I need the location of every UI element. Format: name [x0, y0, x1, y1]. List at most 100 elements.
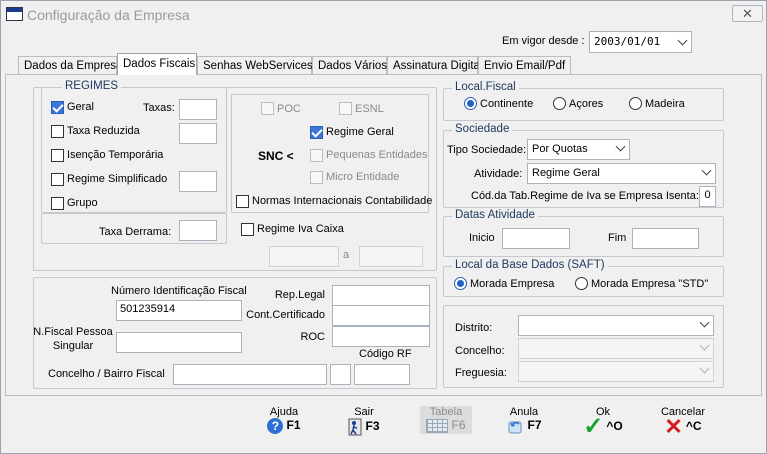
nif-label: Número Identificação Fiscal: [111, 285, 247, 297]
roc-input[interactable]: [332, 326, 430, 347]
acores-radio[interactable]: [553, 97, 566, 110]
taxa-derrama-input[interactable]: [179, 220, 217, 241]
x-icon: ✕: [664, 414, 683, 439]
window-title: Configuração da Empresa: [27, 7, 190, 23]
morada-empresa-radio[interactable]: [454, 277, 467, 290]
sair-label: Sair: [354, 406, 374, 418]
isencao-temporaria-checkbox[interactable]: [51, 149, 64, 162]
taxa-simplificado-input[interactable]: [179, 171, 217, 192]
distrito-label: Distrito:: [455, 322, 493, 334]
taxa-reduzida-checkbox[interactable]: [51, 125, 64, 138]
ok-key: ^O: [606, 418, 623, 433]
cont-certificado-input[interactable]: [332, 305, 430, 326]
concelho-select[interactable]: [518, 338, 714, 359]
iva-caixa-to-input[interactable]: [359, 246, 423, 267]
regime-simplificado-label: Regime Simplificado: [67, 173, 168, 185]
madeira-label: Madeira: [645, 98, 685, 110]
tipo-sociedade-select[interactable]: Por Quotas: [527, 139, 630, 160]
esnl-checkbox[interactable]: [339, 102, 352, 115]
nif-input[interactable]: 501235914: [116, 300, 242, 321]
tab-senhas-webservices[interactable]: Senhas WebServices: [197, 56, 313, 75]
continente-radio[interactable]: [464, 97, 477, 110]
em-vigor-date-value: 2003/01/01: [594, 35, 661, 48]
close-button[interactable]: ✕: [732, 5, 763, 22]
regime-geral-snc-checkbox[interactable]: [310, 126, 323, 139]
taxa-geral-input[interactable]: [179, 99, 217, 120]
normas-internacionais-label: Normas Internacionais Contabilidade: [252, 195, 433, 207]
cod-tab-regime-value: 0: [704, 189, 711, 201]
iva-caixa-a-label: a: [343, 249, 350, 261]
title-bar[interactable]: Configuração da Empresa ✕: [1, 1, 766, 29]
freguesia-select[interactable]: [518, 361, 714, 382]
distrito-select[interactable]: [518, 315, 714, 336]
continente-label: Continente: [480, 98, 534, 110]
tabela-key: F6: [451, 418, 466, 432]
codigo-rf-label: Código RF: [359, 348, 412, 360]
tab-dados-fiscais[interactable]: Dados Fiscais: [117, 53, 197, 75]
poc-checkbox[interactable]: [261, 102, 274, 115]
tab-dados-varios[interactable]: Dados Vários: [312, 56, 387, 75]
concelho-code-input[interactable]: [330, 364, 351, 385]
iva-caixa-from-input[interactable]: [269, 246, 339, 267]
chevron-down-icon: [699, 317, 710, 328]
tabela-label: Tabela: [429, 406, 463, 418]
codigo-rf-input[interactable]: [354, 364, 410, 385]
atividade-label: Atividade:: [474, 168, 523, 180]
regime-geral-snc-label: Regime Geral: [326, 126, 394, 138]
morada-empresa-label: Morada Empresa: [470, 278, 555, 290]
concelho-label: Concelho:: [455, 345, 505, 357]
tab-assinatura-digital[interactable]: Assinatura Digital: [387, 56, 482, 75]
inicio-date-input[interactable]: [502, 228, 570, 249]
help-icon: ?: [267, 418, 284, 435]
sair-button[interactable]: Sair F3: [334, 406, 394, 436]
atividade-value: Regime Geral: [532, 167, 600, 179]
snc-label: SNC <: [258, 149, 294, 163]
local-fiscal-title: Local.Fiscal: [452, 81, 519, 93]
pequenas-entidades-label: Pequenas Entidades: [326, 149, 428, 161]
concelho-bairro-label: Concelho / Bairro Fiscal: [48, 368, 165, 380]
ajuda-button[interactable]: Ajuda ? F1: [254, 406, 314, 435]
acores-label: Açores: [569, 98, 604, 110]
ok-button[interactable]: Ok ✓ ^O: [573, 406, 633, 439]
nif-value: 501235914: [120, 303, 176, 315]
esnl-label: ESNL: [355, 103, 384, 115]
checkmark-icon: ✓: [583, 413, 604, 440]
cod-tab-regime-input[interactable]: 0: [699, 186, 716, 207]
normas-internacionais-checkbox[interactable]: [236, 195, 249, 208]
nf-pessoa-label-line2: Singular: [52, 340, 94, 352]
cont-certificado-label: Cont.Certificado: [246, 309, 325, 321]
em-vigor-date-select[interactable]: 2003/01/01: [589, 31, 692, 53]
chevron-down-icon: [615, 141, 626, 152]
micro-entidade-label: Micro Entidade: [326, 171, 400, 183]
rep-legal-input[interactable]: [332, 285, 430, 306]
fim-label: Fim: [608, 232, 627, 244]
morada-empresa-std-radio[interactable]: [575, 277, 588, 290]
madeira-radio[interactable]: [629, 97, 642, 110]
tipo-sociedade-value: Por Quotas: [532, 143, 588, 155]
micro-entidade-checkbox[interactable]: [310, 171, 323, 184]
pequenas-entidades-checkbox[interactable]: [310, 149, 323, 162]
nf-pessoa-label-line1: N.Fiscal Pessoa: [33, 326, 113, 338]
taxas-label: Taxas:: [143, 102, 175, 114]
tabela-button[interactable]: Tabela F6: [420, 406, 472, 434]
nf-pessoa-singular-input[interactable]: [116, 332, 242, 353]
taxa-reduzida-input[interactable]: [179, 123, 217, 144]
em-vigor-label: Em vigor desde :: [502, 35, 585, 47]
regime-geral-checkbox[interactable]: [51, 101, 64, 114]
regime-simplificado-checkbox[interactable]: [51, 173, 64, 186]
cancelar-label: Cancelar: [660, 406, 706, 418]
morada-empresa-std-label: Morada Empresa "STD": [591, 278, 709, 290]
fim-date-input[interactable]: [632, 228, 699, 249]
anula-key: F7: [527, 418, 542, 432]
grupo-checkbox[interactable]: [51, 197, 64, 210]
config-window: Configuração da Empresa ✕ Em vigor desde…: [0, 0, 767, 454]
anula-button[interactable]: Anula F7: [494, 406, 554, 434]
inicio-label: Inicio: [469, 232, 495, 244]
chevron-down-icon: [677, 35, 688, 46]
atividade-select[interactable]: Regime Geral: [527, 163, 716, 184]
cancelar-button[interactable]: Cancelar ✕ ^C: [653, 406, 713, 439]
tab-envio-email-pdf[interactable]: Envio Email/Pdf: [478, 56, 571, 75]
concelho-bairro-input[interactable]: [173, 364, 327, 385]
tab-dados-empresa[interactable]: Dados da Empresa: [18, 56, 122, 75]
regime-iva-caixa-checkbox[interactable]: [241, 223, 254, 236]
